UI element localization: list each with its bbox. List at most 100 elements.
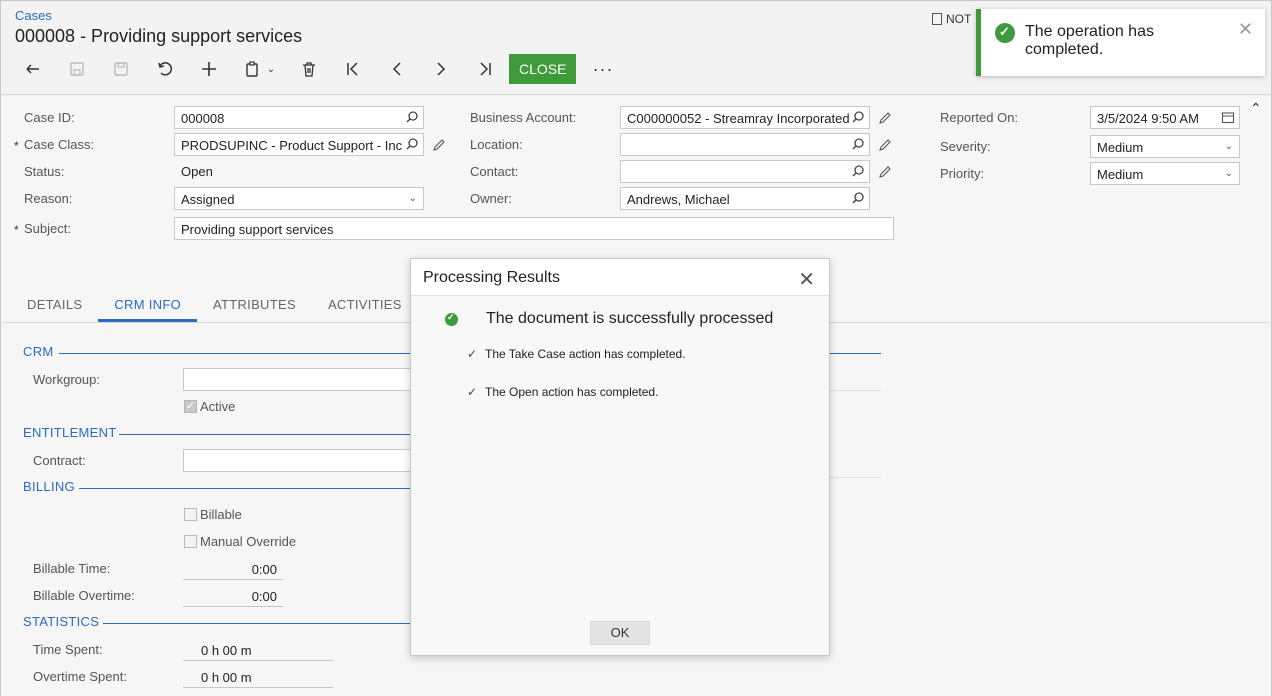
last-icon [480, 62, 491, 76]
severity-label: Severity: [940, 139, 991, 154]
copy-paste-button[interactable]: ⌄ [231, 53, 287, 85]
subject-field[interactable]: Providing support services [174, 217, 894, 240]
severity-select[interactable]: Medium ⌄ [1090, 135, 1240, 158]
business-account-label: Business Account: [470, 110, 577, 125]
overtime-spent-label: Overtime Spent: [33, 669, 127, 684]
last-button[interactable] [463, 53, 507, 85]
edit-business-account-icon[interactable] [878, 111, 892, 125]
first-button[interactable] [331, 53, 375, 85]
priority-select[interactable]: Medium ⌄ [1090, 162, 1240, 185]
notes-button[interactable]: NOT [932, 12, 971, 26]
undo-button[interactable] [11, 53, 55, 85]
billing-section-title: BILLING [23, 479, 75, 494]
first-icon [347, 62, 358, 76]
billing-section-line [79, 488, 411, 489]
notes-label: NOT [946, 12, 972, 26]
case-class-field[interactable]: PRODSUPINC - Product Support - Inc [174, 133, 424, 156]
tab-crm-info[interactable]: CRM INFO [98, 292, 197, 322]
chevron-down-icon: ⌄ [408, 193, 417, 204]
contract-label: Contract: [33, 453, 86, 468]
undo-icon [26, 64, 39, 74]
owner-value: Andrews, Michael [627, 192, 730, 207]
delete-button[interactable] [287, 53, 331, 85]
add-button[interactable] [187, 53, 231, 85]
case-id-label: Case ID: [24, 110, 75, 125]
priority-value: Medium [1097, 167, 1144, 182]
contract-field[interactable] [183, 449, 413, 472]
crm-section-title: CRM [23, 344, 54, 359]
active-label: Active [200, 399, 236, 414]
save-close-icon [70, 62, 84, 76]
reason-select[interactable]: Assigned ⌄ [174, 187, 424, 210]
chevron-down-icon: ⌄ [1224, 141, 1233, 152]
collapse-header-icon[interactable]: ⌃ [1250, 100, 1262, 117]
tab-details[interactable]: DETAILS [11, 292, 98, 322]
close-case-button[interactable]: CLOSE [509, 54, 577, 84]
toolbar: ⌄ CLOSE ··· [11, 53, 623, 85]
business-account-field[interactable]: C000000052 - Streamray Incorporated [620, 106, 870, 129]
delete-icon [303, 62, 315, 77]
status-value: Open [181, 164, 213, 179]
search-icon[interactable] [851, 191, 865, 205]
case-id-field[interactable]: 000008 [174, 106, 424, 129]
more-actions-button[interactable]: ··· [582, 59, 623, 80]
billable-overtime-field[interactable]: 0:00 [183, 585, 283, 607]
calendar-icon[interactable] [1221, 110, 1235, 124]
save-close-button[interactable] [55, 53, 99, 85]
search-icon[interactable] [405, 137, 419, 151]
manual-override-label: Manual Override [200, 534, 297, 549]
cancel-button[interactable] [143, 53, 187, 85]
case-class-label: Case Class: [14, 137, 94, 153]
location-field[interactable] [620, 133, 870, 156]
subject-value: Providing support services [181, 222, 334, 237]
result-line-text: The Take Case action has completed. [485, 347, 686, 361]
check-circle-icon [445, 312, 458, 326]
time-spent-field: 0 h 00 m [183, 639, 333, 661]
add-icon [202, 62, 216, 76]
entitlement-section-line [119, 434, 411, 435]
result-line-text: The Open action has completed. [485, 385, 659, 399]
reason-label: Reason: [24, 191, 73, 206]
time-spent-label: Time Spent: [33, 642, 103, 657]
reported-on-label: Reported On: [940, 110, 1019, 125]
result-line: ✓ The Take Case action has completed. [467, 347, 686, 361]
toast-close-button[interactable]: ✕ [1238, 19, 1253, 40]
contact-field[interactable] [620, 160, 870, 183]
search-icon[interactable] [851, 110, 865, 124]
ok-button[interactable]: OK [590, 621, 650, 645]
search-icon[interactable] [851, 164, 865, 178]
next-button[interactable] [419, 53, 463, 85]
save-button[interactable] [99, 53, 143, 85]
owner-field[interactable]: Andrews, Michael [620, 187, 870, 210]
billable-time-field[interactable]: 0:00 [183, 558, 283, 580]
edit-location-icon[interactable] [878, 138, 892, 152]
case-class-value: PRODSUPINC - Product Support - Inc [181, 138, 403, 153]
copy-paste-icon [246, 61, 258, 77]
tab-attributes[interactable]: ATTRIBUTES [197, 292, 312, 322]
workgroup-field[interactable] [183, 368, 413, 391]
search-icon[interactable] [405, 110, 419, 124]
billable-time-label: Billable Time: [33, 561, 111, 576]
manual-override-checkbox[interactable] [184, 535, 197, 548]
edit-contact-icon[interactable] [878, 165, 892, 179]
reported-on-field[interactable]: 3/5/2024 9:50 AM [1090, 106, 1240, 129]
reported-on-value: 3/5/2024 9:50 AM [1097, 111, 1199, 126]
search-icon[interactable] [851, 137, 865, 151]
breadcrumb-cases[interactable]: Cases [15, 8, 52, 23]
previous-icon [392, 62, 401, 76]
tab-activities[interactable]: ACTIVITIES [312, 292, 418, 322]
dialog-close-button[interactable]: ✕ [798, 267, 815, 292]
entitlement-section-title: ENTITLEMENT [23, 425, 117, 440]
billable-checkbox[interactable] [184, 508, 197, 521]
result-line: ✓ The Open action has completed. [467, 385, 658, 399]
processing-results-dialog: Processing Results ✕ The document is suc… [410, 258, 830, 656]
case-id-value: 000008 [181, 111, 225, 126]
edit-case-class-icon[interactable] [432, 138, 446, 152]
active-checkbox[interactable] [184, 399, 197, 413]
workgroup-label: Workgroup: [33, 372, 100, 387]
dialog-headline: The document is successfully processed [486, 310, 774, 327]
toast-message: The operation has completed. [1025, 23, 1154, 58]
save-icon [114, 62, 128, 76]
dialog-title: Processing Results [423, 269, 560, 286]
previous-button[interactable] [375, 53, 419, 85]
